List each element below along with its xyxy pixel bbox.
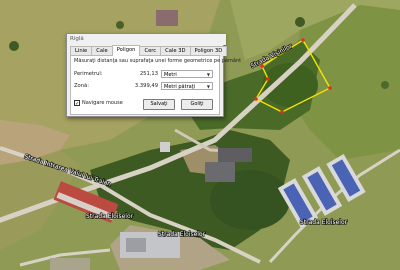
perimeter-value: 251,13 <box>139 71 158 77</box>
bush <box>295 17 305 27</box>
bush <box>9 41 19 51</box>
area-value: 3.399,49 <box>134 83 158 89</box>
building-gray-2 <box>205 162 235 182</box>
building-complex-roof <box>126 238 146 252</box>
mouse-navigation-checkbox[interactable]: ✓ <box>74 100 80 107</box>
map-label-street: Strada Eloiselor <box>158 231 206 238</box>
perimeter-unit-select[interactable]: Metri ▼ <box>161 70 213 78</box>
dialog-title: Riglă <box>67 34 226 45</box>
map-label-street: Strada Eloiselor <box>300 219 348 226</box>
mouse-navigation-toggle[interactable]: ✓ Navigare mouse <box>74 100 123 107</box>
polygon-vertex-marker[interactable] <box>266 77 270 81</box>
polygon-vertex-marker[interactable] <box>280 110 284 114</box>
building-southwest <box>50 258 90 270</box>
clear-button[interactable]: Goliţi <box>181 99 213 110</box>
polygon-panel: Măsuraţi distanţa sau suprafaţa unei for… <box>70 55 241 115</box>
polygon-vertex-marker[interactable] <box>328 86 332 90</box>
area-unit-select[interactable]: Metri pătraţi ▼ <box>161 82 213 90</box>
chevron-down-icon: ▼ <box>206 72 210 77</box>
map-label-street: Strada Eloiselor <box>86 213 134 220</box>
save-button[interactable]: Salvaţi <box>143 99 175 110</box>
tab-polygon[interactable]: Poligon <box>111 45 141 56</box>
building-north <box>156 10 178 26</box>
building-gray <box>218 148 252 162</box>
polygon-vertex-marker[interactable] <box>301 38 305 42</box>
polygon-vertex-marker[interactable] <box>254 97 258 101</box>
bush <box>381 81 389 89</box>
perimeter-unit-value: Metri <box>164 72 177 78</box>
ruler-dialog: Riglă Linie Cale Poligon Cerc Cale 3D Po… <box>66 33 241 117</box>
area-unit-value: Metri pătraţi <box>164 84 196 90</box>
area-label: Zonă: <box>74 83 89 89</box>
perimeter-label: Perimetrul: <box>74 71 103 77</box>
building-shed <box>160 142 170 152</box>
chevron-down-icon: ▼ <box>206 84 210 89</box>
panel-description: Măsuraţi distanţa sau suprafaţa unei for… <box>74 58 242 64</box>
mouse-navigation-label: Navigare mouse <box>82 100 123 106</box>
bush <box>116 21 124 29</box>
